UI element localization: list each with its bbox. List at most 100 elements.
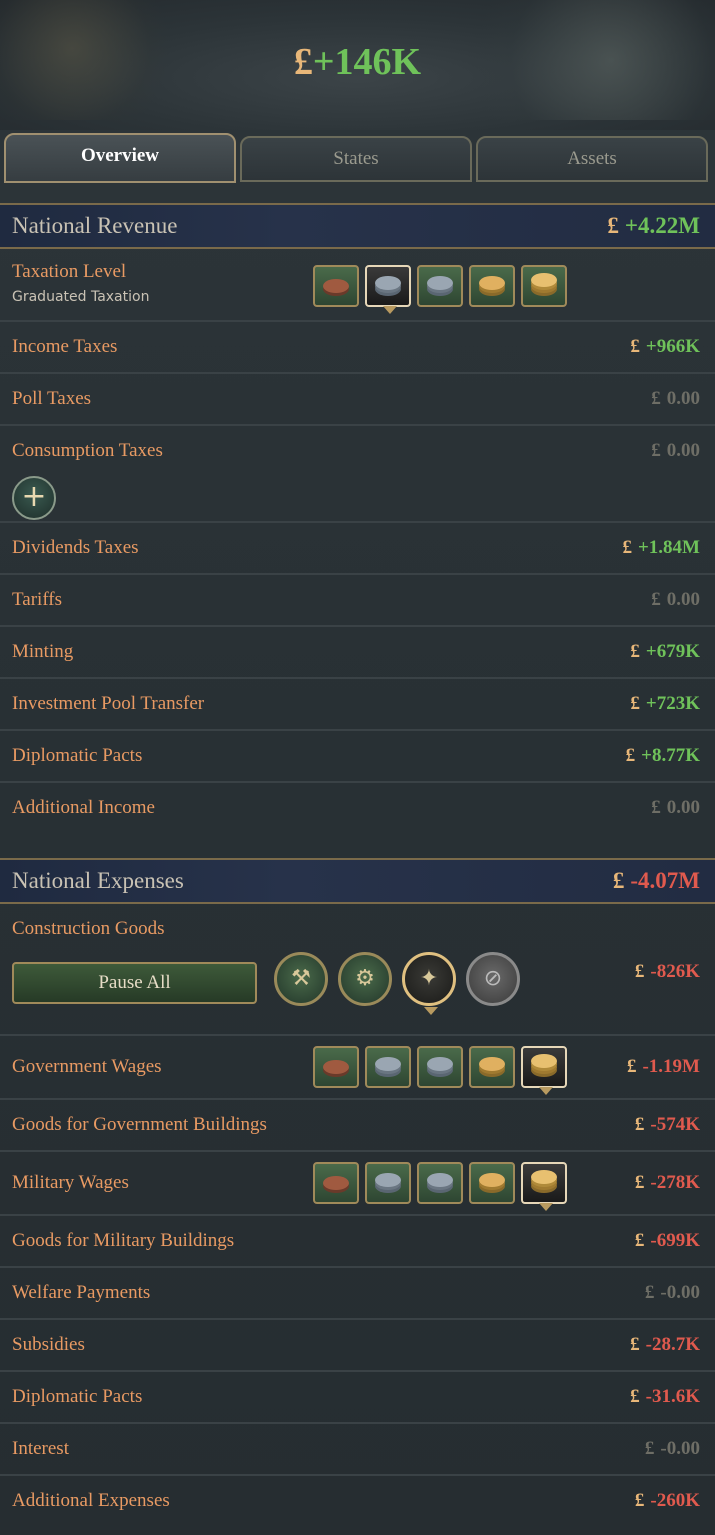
construction-goods-row: Construction Goods Pause All ⚒ ⚙ ✦ ⊘ £ -8… — [0, 906, 715, 1036]
tab-states[interactable]: States — [240, 136, 472, 182]
row-label: Additional Expenses — [12, 1490, 170, 1511]
revenue-row: Income Taxes £ +966K — [0, 322, 715, 374]
row-label: Investment Pool Transfer — [12, 693, 205, 714]
expense-row: Additional Expenses £ -260K — [0, 1476, 715, 1528]
row-label: Diplomatic Pacts — [12, 1386, 143, 1407]
revenue-row: Poll Taxes £0.00 — [0, 374, 715, 426]
row-value: £ -699K — [634, 1230, 700, 1251]
row-label: Consumption Taxes — [12, 440, 163, 461]
taxation-level-name: Graduated Taxation — [12, 289, 150, 305]
priority-icon[interactable]: ✦ — [402, 952, 456, 1015]
coin-stack-icon — [323, 1060, 349, 1074]
wage-level-2-button[interactable] — [365, 1046, 411, 1088]
coin-stack-icon — [531, 1170, 557, 1184]
row-value: £ -260K — [634, 1490, 700, 1511]
row-label: Military Wages — [12, 1172, 129, 1193]
balance-value: +146K — [312, 41, 422, 83]
row-label: Government Wages — [12, 1056, 162, 1077]
expense-row: Interest £ -0.00 — [0, 1424, 715, 1476]
row-value: £0.00 — [651, 797, 700, 818]
coin-stack-icon — [375, 1057, 401, 1071]
row-value: £ -0.00 — [644, 1282, 700, 1303]
construction-goods-label: Construction Goods — [12, 918, 165, 939]
revenue-header: National Revenue £ +4.22M — [0, 203, 715, 249]
tax-level-5-button[interactable] — [521, 265, 567, 307]
hammer-icon[interactable]: ⚒ — [274, 952, 328, 1006]
row-value: £ -574K — [634, 1114, 700, 1135]
wage-level-1-button[interactable] — [313, 1162, 359, 1204]
row-value: £ +1.84M — [622, 537, 700, 558]
row-label: Diplomatic Pacts — [12, 745, 143, 766]
wage-level-3-button[interactable] — [417, 1046, 463, 1088]
taxation-level-selector — [313, 265, 567, 314]
coin-stack-icon — [375, 1173, 401, 1187]
wage-level-4-button[interactable] — [469, 1162, 515, 1204]
coin-stack-icon — [531, 1054, 557, 1068]
revenue-total: £ +4.22M — [607, 213, 700, 238]
construction-goods-value: £ -826K — [634, 961, 700, 982]
expense-row: Diplomatic Pacts £ -31.6K — [0, 1372, 715, 1424]
tab-overview[interactable]: Overview — [4, 133, 236, 183]
revenue-row: Dividends Taxes £ +1.84M — [0, 523, 715, 575]
coin-stack-icon — [479, 276, 505, 290]
tab-assets[interactable]: Assets — [476, 136, 708, 182]
coin-stack-icon — [427, 276, 453, 290]
row-label: Subsidies — [12, 1334, 85, 1355]
coin-stack-icon — [479, 1173, 505, 1187]
pause-all-button[interactable]: Pause All — [12, 962, 257, 1004]
wage-level-5-button[interactable] — [521, 1046, 567, 1095]
sawmill-icon[interactable]: ⚙ — [338, 952, 392, 1006]
expense-row: Military Wages £ -278K — [0, 1152, 715, 1216]
row-label: Poll Taxes — [12, 388, 92, 409]
wage-level-5-button[interactable] — [521, 1162, 567, 1211]
row-value: £0.00 — [651, 440, 700, 461]
expenses-header: National Expenses £ -4.07M — [0, 858, 715, 904]
government-wage-selector — [313, 1046, 567, 1095]
tax-level-2-button[interactable] — [365, 265, 411, 314]
revenue-row: Minting £ +679K — [0, 627, 715, 679]
wage-level-4-button[interactable] — [469, 1046, 515, 1088]
revenue-title: National Revenue — [12, 213, 178, 238]
expense-row: Welfare Payments £ -0.00 — [0, 1268, 715, 1320]
tax-level-4-button[interactable] — [469, 265, 515, 307]
expense-row: Subsidies £ -28.7K — [0, 1320, 715, 1372]
row-value: £ +8.77K — [625, 745, 700, 766]
row-label: Goods for Government Buildings — [12, 1114, 267, 1135]
row-value: £ -28.7K — [630, 1334, 700, 1355]
weekly-balance: £+146K — [0, 40, 715, 84]
wage-level-2-button[interactable] — [365, 1162, 411, 1204]
row-value: £ +966K — [630, 336, 700, 357]
expense-row: Goods for Military Buildings £ -699K — [0, 1216, 715, 1268]
row-label: Interest — [12, 1438, 69, 1459]
row-label: Dividends Taxes — [12, 537, 139, 558]
expense-row: Goods for Government Buildings £ -574K — [0, 1100, 715, 1152]
row-label: Goods for Military Buildings — [12, 1230, 235, 1251]
row-value: £ +723K — [630, 693, 700, 714]
taxation-level-row: Taxation Level Graduated Taxation — [0, 251, 715, 322]
row-value: £ -278K — [634, 1172, 700, 1193]
coin-stack-icon — [479, 1057, 505, 1071]
wage-level-3-button[interactable] — [417, 1162, 463, 1204]
wage-level-1-button[interactable] — [313, 1046, 359, 1088]
tax-level-1-button[interactable] — [313, 265, 359, 307]
paused-icon[interactable]: ⊘ — [466, 952, 520, 1006]
row-value: £ +679K — [630, 641, 700, 662]
expenses-total: £ -4.07M — [612, 868, 700, 893]
coin-stack-icon — [375, 276, 401, 290]
add-consumption-tax-button[interactable]: + — [12, 476, 56, 520]
revenue-row: Diplomatic Pacts £ +8.77K — [0, 731, 715, 783]
budget-header: £+146K — [0, 0, 715, 130]
expense-row: Government Wages £ -1.19M — [0, 1036, 715, 1100]
military-wage-selector — [313, 1162, 567, 1211]
row-label: Income Taxes — [12, 336, 118, 357]
currency-icon: £ — [293, 41, 313, 83]
row-value: £0.00 — [651, 589, 700, 610]
row-label: Welfare Payments — [12, 1282, 151, 1303]
coin-stack-icon — [531, 273, 557, 287]
row-value: £0.00 — [651, 388, 700, 409]
row-value: £ -1.19M — [626, 1056, 700, 1077]
taxation-level-label: Taxation Level — [12, 261, 127, 282]
expenses-title: National Expenses — [12, 868, 184, 893]
tax-level-3-button[interactable] — [417, 265, 463, 307]
revenue-row: Additional Income £0.00 — [0, 783, 715, 849]
